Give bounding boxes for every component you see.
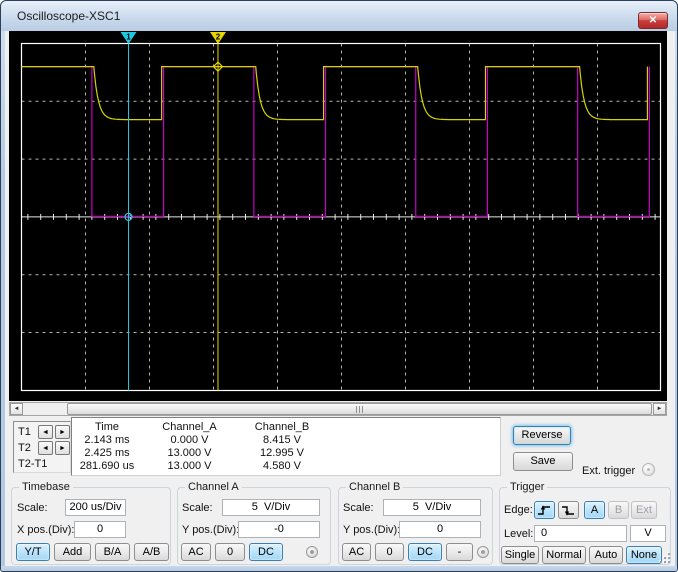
- channel-b-zero-button[interactable]: 0: [375, 543, 404, 561]
- trigger-source-b-button[interactable]: B: [608, 501, 629, 519]
- channel-b-group: Channel B Scale: 5 V/Div Y pos.(Div): 0 …: [338, 487, 493, 565]
- timebase-ba-button[interactable]: B/A: [95, 543, 130, 561]
- table-row: 281.690 us 13.000 V 4.580 V: [72, 460, 500, 473]
- t1-channel-a: 0.000 V: [142, 434, 237, 446]
- window-title: Oscilloscope-XSC1: [17, 9, 120, 23]
- oscilloscope-window: Oscilloscope-XSC1 ✕ 12 ◄ ► T1 ◄ ► T2 ◄ ►…: [0, 0, 678, 572]
- trigger-edge-label: Edge:: [504, 504, 533, 516]
- t2-left-button[interactable]: ◄: [38, 441, 53, 455]
- channel-a-trace: [22, 67, 650, 217]
- channel-a-zero-button[interactable]: 0: [215, 543, 245, 561]
- col-header-channel-a: Channel_A: [142, 421, 237, 433]
- cursor-2[interactable]: 2: [210, 32, 226, 391]
- trigger-single-button[interactable]: Single: [501, 546, 539, 564]
- channel-b-minus-button[interactable]: -: [446, 543, 473, 561]
- channel-a-connector-icon[interactable]: [306, 546, 318, 558]
- channel-a-title: Channel A: [185, 481, 242, 493]
- delta-time: 281.690 us: [72, 460, 142, 472]
- ext-trigger-label: Ext. trigger: [582, 465, 635, 477]
- trigger-rising-edge-button[interactable]: [534, 501, 555, 519]
- cursor-1[interactable]: 1: [121, 32, 137, 391]
- timebase-title: Timebase: [19, 481, 73, 493]
- t2-t1-label: T2-T1: [18, 458, 47, 473]
- trigger-normal-button[interactable]: Normal: [542, 546, 586, 564]
- timebase-yt-button[interactable]: Y/T: [16, 543, 50, 561]
- channel-a-group: Channel A Scale: 5 V/Div Y pos.(Div): -0…: [177, 487, 331, 565]
- trigger-group: Trigger Edge: A B Ext Level: 0 V Single: [499, 487, 671, 565]
- scope-display[interactable]: 12: [9, 31, 667, 401]
- channel-b-scale-label: Scale:: [343, 502, 374, 514]
- channel-a-ypos-label: Y pos.(Div):: [182, 524, 239, 536]
- channel-b-ypos-input[interactable]: 0: [399, 521, 481, 538]
- channel-a-ypos-input[interactable]: -0: [238, 521, 320, 538]
- timebase-scale-input[interactable]: 200 us/Div: [65, 499, 126, 516]
- horizontal-scrollbar[interactable]: ◄ ►: [9, 402, 667, 416]
- scroll-right-icon: ►: [657, 406, 663, 412]
- trigger-level-unit[interactable]: V: [630, 525, 666, 542]
- trigger-falling-edge-button[interactable]: [558, 501, 579, 519]
- trigger-source-a-button[interactable]: A: [584, 501, 605, 519]
- scroll-right-button[interactable]: ►: [653, 403, 666, 415]
- rising-edge-icon: [535, 502, 554, 518]
- falling-edge-icon: [559, 502, 578, 518]
- content-area: 12 ◄ ► T1 ◄ ► T2 ◄ ► T2-T1 Time Channel_…: [5, 31, 675, 566]
- window-bottom-frame: [1, 566, 678, 572]
- svg-text:1: 1: [126, 33, 131, 42]
- measurement-table: Time Channel_A Channel_B 2.143 ms 0.000 …: [71, 417, 501, 476]
- t2-right-button[interactable]: ►: [55, 441, 70, 455]
- timebase-xpos-input[interactable]: 0: [74, 521, 126, 538]
- timebase-add-button[interactable]: Add: [54, 543, 91, 561]
- channel-a-dc-button[interactable]: DC: [249, 543, 283, 561]
- channel-b-ypos-label: Y pos.(Div):: [343, 524, 400, 536]
- delta-channel-a: 13.000 V: [142, 460, 237, 472]
- t1-channel-b: 8.415 V: [237, 434, 327, 446]
- t1-right-button[interactable]: ►: [55, 425, 70, 439]
- trigger-level-label: Level:: [504, 528, 533, 540]
- timebase-scale-label: Scale:: [17, 502, 48, 514]
- svg-text:2: 2: [216, 33, 221, 42]
- trigger-none-button[interactable]: None: [626, 546, 662, 564]
- reverse-button[interactable]: Reverse: [513, 426, 571, 445]
- scope-display-bezel: 12: [9, 31, 667, 401]
- cursor-select-box: T1 ◄ ► T2 ◄ ► T2-T1: [13, 421, 71, 473]
- trigger-level-input[interactable]: 0: [534, 525, 627, 542]
- col-header-time: Time: [72, 421, 142, 433]
- col-header-channel-b: Channel_B: [237, 421, 327, 433]
- titlebar[interactable]: Oscilloscope-XSC1 ✕: [1, 1, 677, 31]
- table-row: 2.425 ms 13.000 V 12.995 V: [72, 447, 500, 460]
- timebase-ab-button[interactable]: A/B: [134, 543, 169, 561]
- trigger-title: Trigger: [507, 481, 547, 493]
- channel-b-title: Channel B: [346, 481, 403, 493]
- table-row: 2.143 ms 0.000 V 8.415 V: [72, 434, 500, 447]
- timebase-group: Timebase Scale: 200 us/Div X pos.(Div): …: [11, 487, 171, 565]
- trigger-source-ext-button[interactable]: Ext: [631, 501, 657, 519]
- ext-trigger-connector-icon[interactable]: [642, 463, 655, 476]
- trigger-auto-button[interactable]: Auto: [589, 546, 623, 564]
- channel-b-dc-button[interactable]: DC: [408, 543, 442, 561]
- delta-channel-b: 4.580 V: [237, 460, 327, 472]
- timebase-xpos-label: X pos.(Div):: [17, 524, 74, 536]
- scrollbar-thumb[interactable]: [67, 403, 652, 415]
- t2-channel-b: 12.995 V: [237, 447, 327, 459]
- channel-a-scale-label: Scale:: [182, 502, 213, 514]
- scroll-left-button[interactable]: ◄: [10, 403, 23, 415]
- resize-grip-icon[interactable]: [660, 553, 672, 565]
- channel-a-scale-input[interactable]: 5 V/Div: [222, 499, 320, 516]
- scroll-left-icon: ◄: [14, 406, 20, 412]
- scrollbar-grip-icon: [356, 406, 364, 413]
- channel-b-trace: [22, 67, 648, 120]
- channel-b-ac-button[interactable]: AC: [342, 543, 371, 561]
- close-button[interactable]: ✕: [638, 12, 668, 29]
- channel-b-scale-input[interactable]: 5 V/Div: [383, 499, 481, 516]
- t2-label: T2: [18, 442, 31, 457]
- channel-a-ac-button[interactable]: AC: [181, 543, 211, 561]
- t1-left-button[interactable]: ◄: [38, 425, 53, 439]
- t2-time: 2.425 ms: [72, 447, 142, 459]
- channel-b-connector-icon[interactable]: [477, 546, 489, 558]
- save-button[interactable]: Save: [513, 452, 573, 471]
- t1-label: T1: [18, 426, 31, 441]
- t1-time: 2.143 ms: [72, 434, 142, 446]
- t2-channel-a: 13.000 V: [142, 447, 237, 459]
